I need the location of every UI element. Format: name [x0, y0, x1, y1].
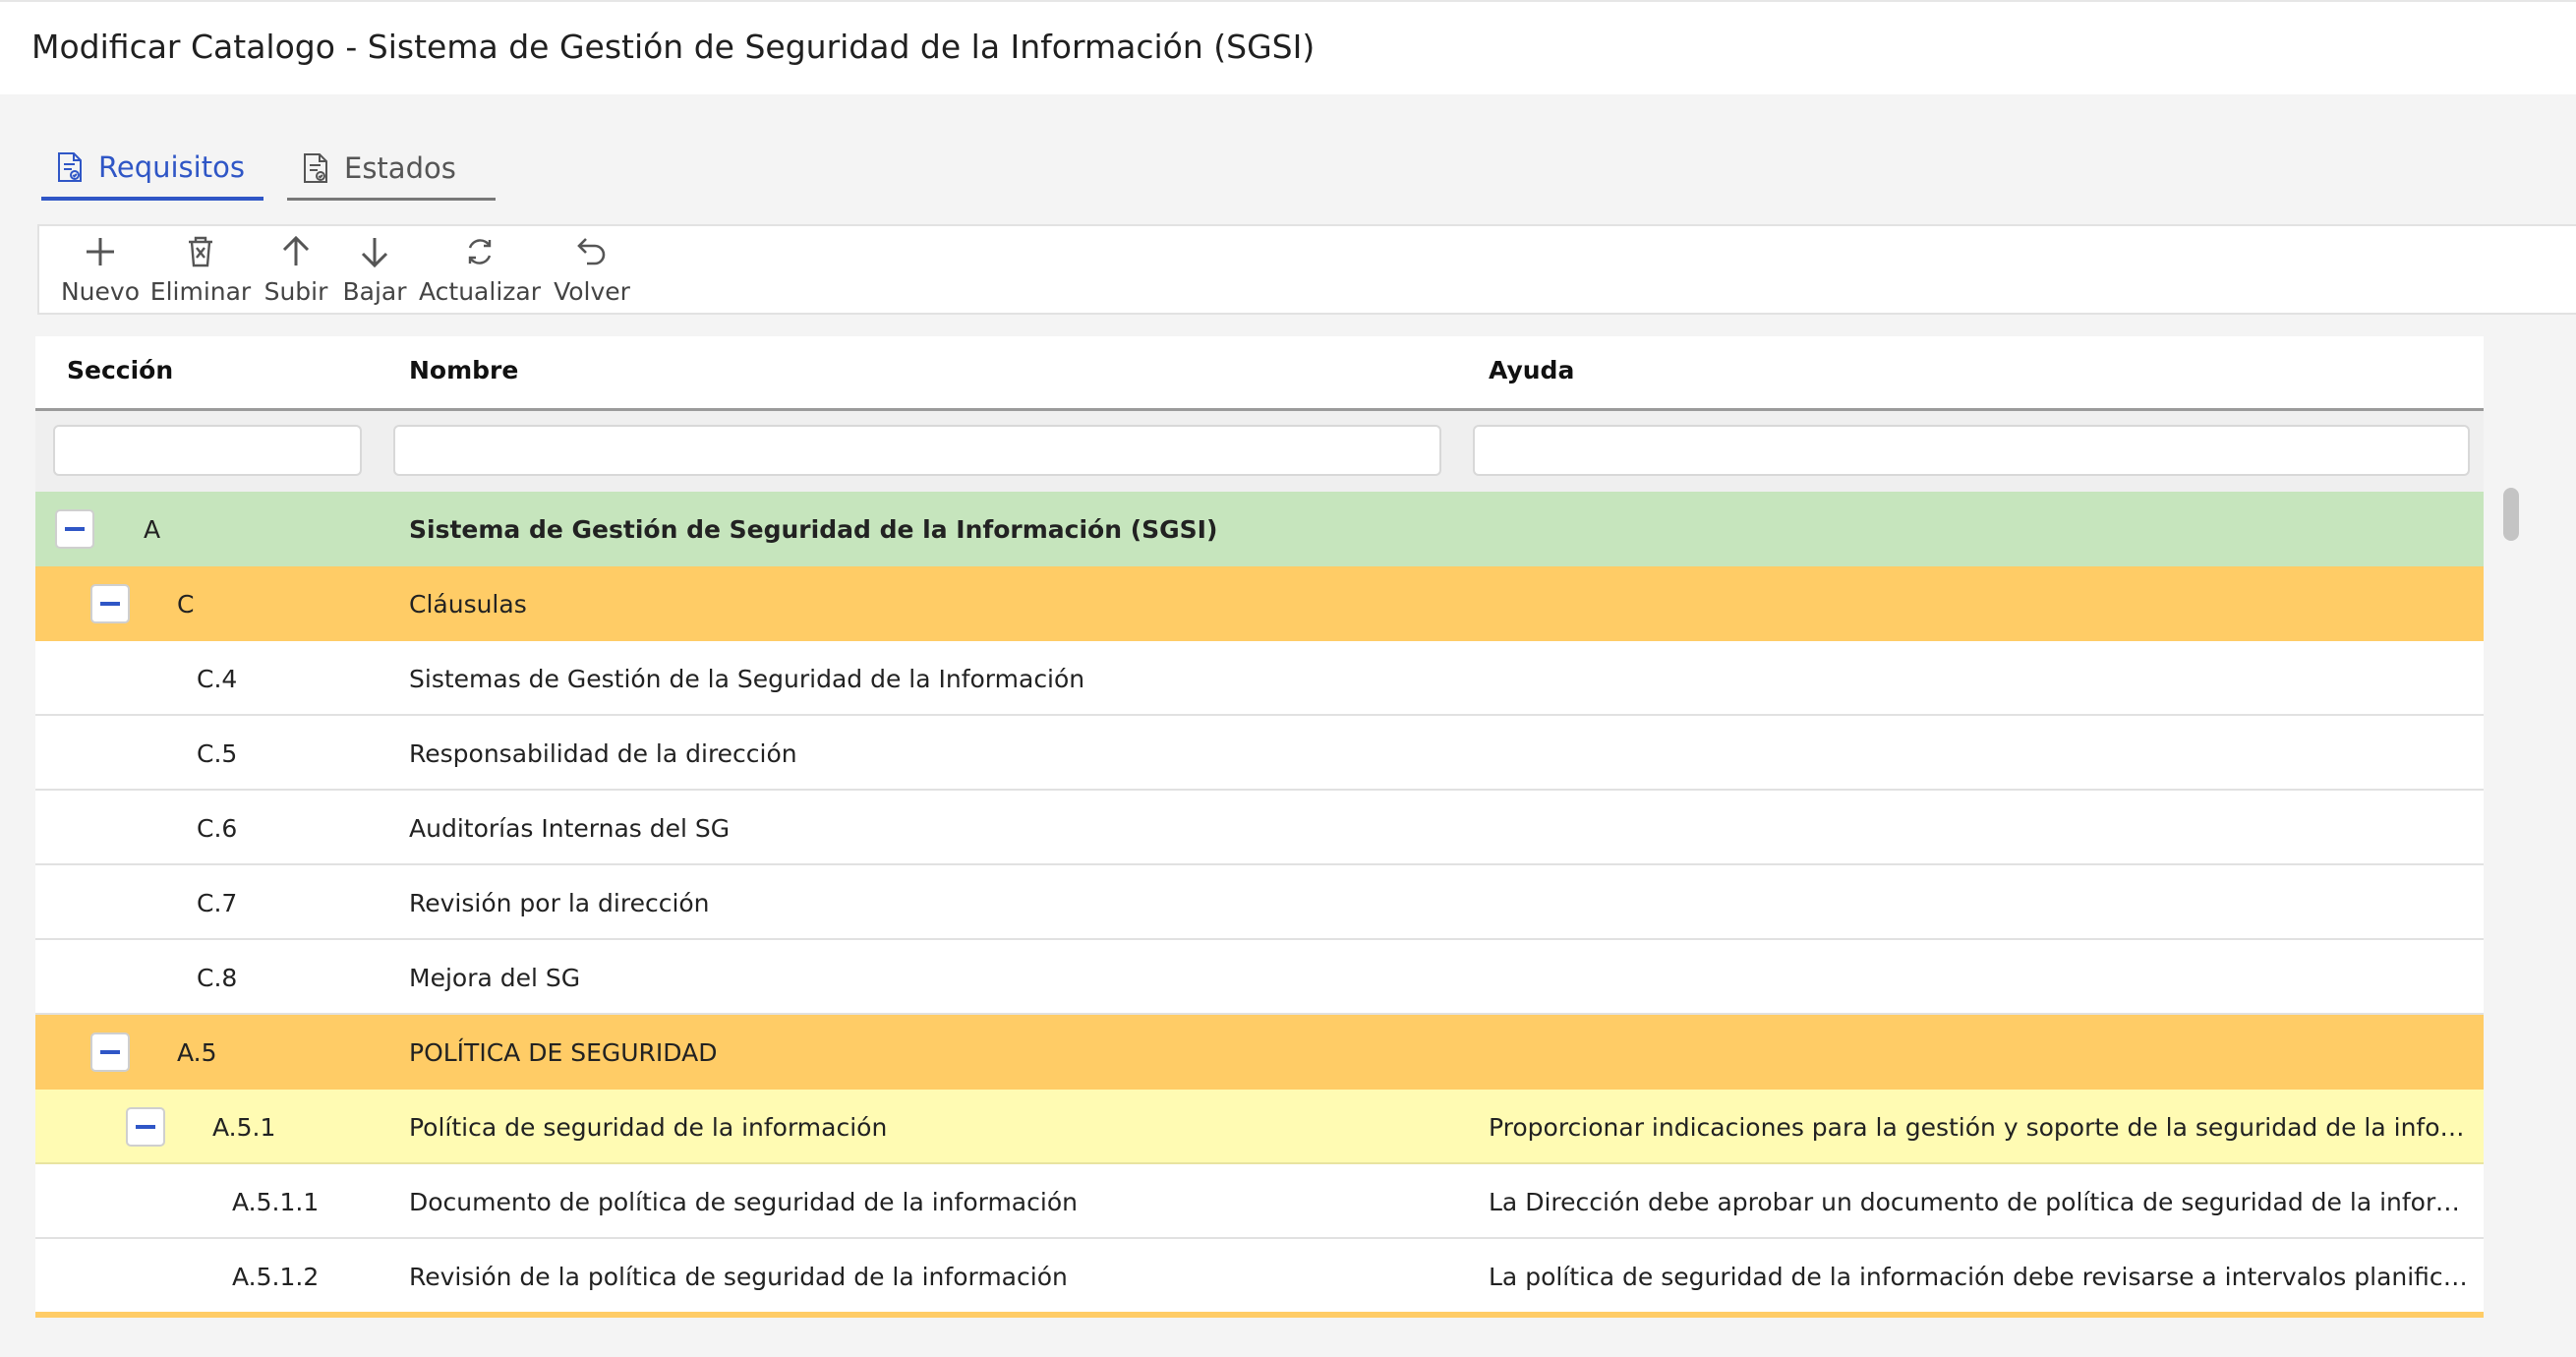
table-row[interactable]: C.5 Responsabilidad de la dirección	[35, 716, 2484, 791]
row-name: Sistemas de Gestión de la Seguridad de l…	[409, 664, 1085, 693]
refresh-button[interactable]: Actualizar	[419, 232, 541, 311]
filter-row	[35, 411, 2484, 492]
row-help: La Dirección debe aprobar un documento d…	[1489, 1164, 2472, 1239]
row-name: Sistema de Gestión de Seguridad de la In…	[409, 514, 1218, 544]
row-section: A.5	[177, 1037, 217, 1067]
table-row[interactable]: A Sistema de Gestión de Seguridad de la …	[35, 492, 2484, 566]
minus-icon	[100, 1050, 120, 1054]
row-name: Revisión de la política de seguridad de …	[409, 1262, 1068, 1291]
row-section: A.5.1	[212, 1112, 276, 1142]
row-help-text: La política de seguridad de la informaci…	[1489, 1262, 2472, 1291]
table-row[interactable]: C.6 Auditorías Internas del SG	[35, 791, 2484, 865]
row-section: A.5.1.2	[232, 1262, 320, 1291]
minus-icon	[136, 1125, 155, 1129]
toolbar: Nuevo Eliminar Subir Bajar Actualizar Vo…	[37, 224, 2576, 315]
row-help	[1489, 940, 2472, 1015]
row-section: C.4	[197, 664, 238, 693]
row-help	[1489, 791, 2472, 865]
refresh-icon	[468, 239, 492, 265]
table-row[interactable]: C Cláusulas	[35, 566, 2484, 641]
collapse-toggle[interactable]	[90, 1032, 130, 1072]
row-help: Proporcionar indicaciones para la gestió…	[1489, 1090, 2472, 1164]
row-name: Responsabilidad de la dirección	[409, 738, 797, 768]
page-title: Modificar Catalogo - Sistema de Gestión …	[31, 28, 1316, 66]
collapse-toggle[interactable]	[55, 509, 94, 549]
section-filter-input[interactable]	[53, 425, 362, 476]
next-row-peek	[35, 1312, 2484, 1318]
column-header-section[interactable]: Sección	[67, 356, 173, 384]
undo-icon	[577, 238, 606, 266]
move-down-button-label: Bajar	[342, 277, 407, 306]
row-help	[1489, 865, 2472, 940]
row-name: Política de seguridad de la información	[409, 1112, 888, 1142]
refresh-button-label: Actualizar	[419, 277, 541, 306]
row-name: Documento de política de seguridad de la…	[409, 1187, 1078, 1216]
move-up-button-label: Subir	[263, 277, 328, 306]
trash-icon	[189, 236, 212, 267]
row-help	[1489, 566, 2472, 641]
delete-button[interactable]: Eliminar	[149, 232, 252, 311]
row-section: A.5.1.1	[232, 1187, 320, 1216]
back-button[interactable]: Volver	[551, 232, 633, 311]
row-help	[1489, 716, 2472, 791]
grid-header: Sección Nombre Ayuda	[35, 336, 2484, 411]
new-button[interactable]: Nuevo	[61, 232, 140, 311]
minus-icon	[100, 602, 120, 606]
row-name: Cláusulas	[409, 589, 527, 619]
row-help-text: Proporcionar indicaciones para la gestió…	[1489, 1112, 2472, 1142]
row-section: A	[144, 514, 161, 544]
collapse-toggle[interactable]	[126, 1107, 165, 1147]
new-button-label: Nuevo	[60, 277, 141, 306]
table-row[interactable]: A.5.1 Política de seguridad de la inform…	[35, 1090, 2484, 1164]
document-checklist-icon	[58, 152, 82, 182]
row-section: C.6	[197, 813, 238, 843]
delete-button-label: Eliminar	[149, 277, 252, 306]
collapse-toggle[interactable]	[90, 584, 130, 623]
column-header-help[interactable]: Ayuda	[1489, 356, 1574, 384]
arrow-down-icon	[361, 238, 388, 268]
requirements-grid: Sección Nombre Ayuda A Sistema de Gestió…	[35, 336, 2484, 1318]
table-row[interactable]: A.5.1.1 Documento de política de segurid…	[35, 1164, 2484, 1239]
title-bar: Modificar Catalogo - Sistema de Gestión …	[0, 0, 2576, 94]
vertical-scrollbar[interactable]	[2503, 488, 2519, 541]
move-down-button[interactable]: Bajar	[338, 232, 411, 311]
name-filter-input[interactable]	[393, 425, 1441, 476]
row-help	[1489, 492, 2472, 566]
row-name: Mejora del SG	[409, 963, 581, 992]
column-header-name[interactable]: Nombre	[409, 356, 518, 384]
arrow-up-icon	[282, 235, 310, 266]
document-checklist-icon	[304, 152, 327, 183]
help-filter-input[interactable]	[1473, 425, 2470, 476]
row-section: C	[177, 589, 195, 619]
back-button-label: Volver	[554, 277, 630, 306]
tab-estados-label: Estados	[344, 150, 456, 185]
plus-icon	[87, 238, 114, 266]
tab-requisitos[interactable]: Requisitos	[41, 138, 263, 201]
row-name: Revisión por la dirección	[409, 888, 710, 917]
row-section: C.7	[197, 888, 238, 917]
table-row[interactable]: A.5 POLÍTICA DE SEGURIDAD	[35, 1015, 2484, 1090]
minus-icon	[65, 527, 85, 531]
table-row[interactable]: C.7 Revisión por la dirección	[35, 865, 2484, 940]
row-help	[1489, 1015, 2472, 1090]
tab-requisitos-label: Requisitos	[98, 150, 245, 184]
row-help	[1489, 641, 2472, 716]
row-section: C.5	[197, 738, 238, 768]
row-name: Auditorías Internas del SG	[409, 813, 731, 843]
table-row[interactable]: C.8 Mejora del SG	[35, 940, 2484, 1015]
tab-estados[interactable]: Estados	[287, 138, 496, 201]
move-up-button[interactable]: Subir	[262, 232, 330, 311]
row-name: POLÍTICA DE SEGURIDAD	[409, 1037, 718, 1067]
row-help: La política de seguridad de la informaci…	[1489, 1239, 2472, 1314]
table-row[interactable]: C.4 Sistemas de Gestión de la Seguridad …	[35, 641, 2484, 716]
row-help-text: La Dirección debe aprobar un documento d…	[1489, 1187, 2472, 1216]
row-section: C.8	[197, 963, 238, 992]
table-row[interactable]: A.5.1.2 Revisión de la política de segur…	[35, 1239, 2484, 1314]
